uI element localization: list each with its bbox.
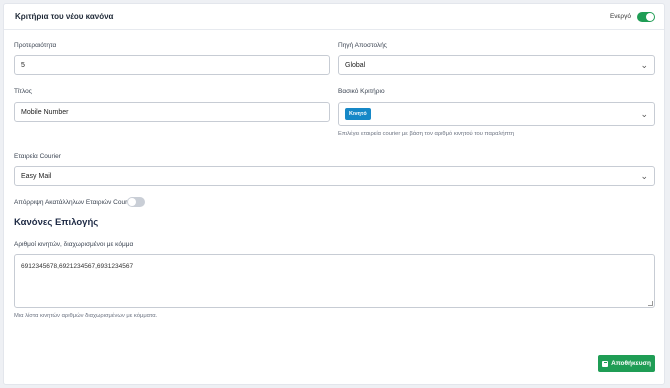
title-value: Mobile Number	[21, 108, 69, 116]
chevron-down-icon: ⌄	[640, 170, 648, 181]
base-criterion-label: Βασικό Κριτήριο	[338, 88, 385, 95]
criterion-chip[interactable]: Κινητό	[345, 108, 371, 120]
chevron-down-icon: ⌄	[640, 59, 648, 70]
reject-toggle[interactable]	[127, 197, 145, 207]
courier-label: Εταιρεία Courier	[14, 153, 61, 160]
numbers-label: Αριθμοί κινητών, διαχωρισμένοι με κόμμα	[14, 241, 134, 248]
numbers-value: 6912345678,6921234567,6931234567	[21, 263, 134, 270]
save-label: Αποθήκευση	[611, 360, 651, 367]
active-label: Ενεργό	[609, 13, 631, 20]
save-button[interactable]: Αποθήκευση	[598, 355, 655, 372]
title-label: Τίτλος	[14, 88, 32, 95]
title-input[interactable]: Mobile Number	[14, 102, 330, 122]
toggle-knob	[646, 12, 654, 21]
courier-select[interactable]: Easy Mail ⌄	[14, 166, 655, 186]
source-select[interactable]: Global ⌄	[338, 55, 655, 75]
priority-value: 5	[21, 61, 25, 69]
card-header: Κριτήρια του νέου κανόνα Ενεργό	[4, 4, 664, 30]
toggle-knob	[128, 198, 136, 206]
active-toggle-group: Ενεργό	[609, 11, 655, 22]
courier-value: Easy Mail	[21, 172, 52, 180]
priority-label: Προτεραιότητα	[14, 42, 57, 49]
card-title: Κριτήρια του νέου κανόνα	[15, 12, 114, 21]
numbers-help: Μια λίστα κινητών αριθμών διαχωρισμένων …	[14, 313, 158, 319]
priority-input[interactable]: 5	[14, 55, 330, 75]
source-label: Πηγή Αποστολής	[338, 42, 387, 49]
active-toggle[interactable]	[637, 11, 655, 22]
chevron-down-icon: ⌄	[640, 108, 648, 119]
base-criterion-select[interactable]: Κινητό ⌄	[338, 102, 655, 126]
rules-section-title: Κανόνες Επιλογής	[14, 217, 99, 228]
resize-handle-icon[interactable]	[648, 301, 653, 306]
reject-toggle-label: Απόρριψη Ακατάλληλων Εταιριών Courier	[14, 199, 135, 206]
source-value: Global	[345, 61, 366, 69]
base-criterion-help: Επιλέγει εταιρεία courier με βάση τον αρ…	[338, 131, 515, 137]
numbers-textarea[interactable]: 6912345678,6921234567,6931234567	[14, 254, 655, 308]
save-icon	[602, 360, 609, 367]
